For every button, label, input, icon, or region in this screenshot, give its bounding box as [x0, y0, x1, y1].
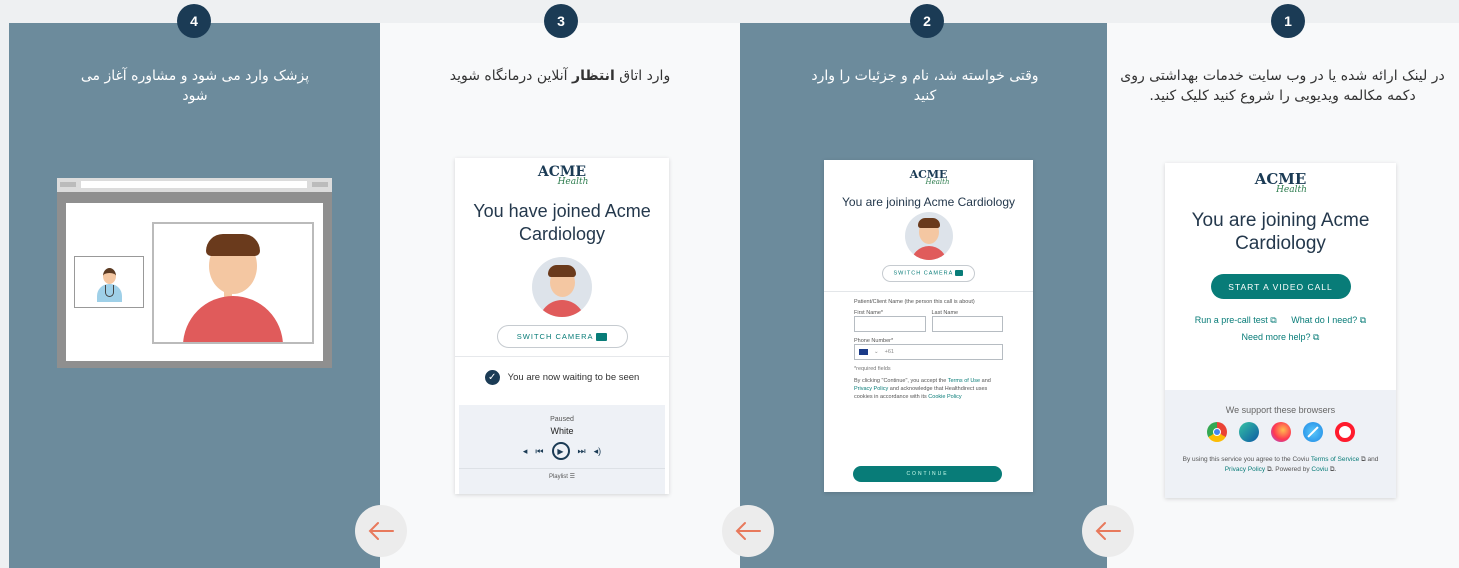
enter-details-screenshot: ACME Health You are joining Acme Cardiolo… — [824, 160, 1033, 492]
edge-icon — [1238, 422, 1259, 442]
need-help-link[interactable]: Need more help? ⧉ — [1242, 332, 1320, 342]
address-bar — [81, 181, 307, 188]
patient-name-label: Patient/Client Name (the person this cal… — [854, 299, 975, 305]
play-icon[interactable]: ▶ — [551, 442, 570, 460]
previous-icon[interactable]: ⏮ — [535, 446, 543, 457]
playlist-toggle[interactable]: Playlist ☰ — [459, 468, 665, 480]
music-player: Paused White ◂ ⏮ ▶ ⏭ ◂) Playlist ☰ — [459, 405, 665, 494]
switch-camera-button[interactable]: SWITCH CAMERA — [496, 325, 628, 348]
coviu-link[interactable]: Coviu — [1311, 466, 1328, 473]
arrow-left-icon — [368, 522, 394, 540]
help-links-2: Need more help? ⧉ — [1165, 332, 1396, 343]
step-2-badge: 2 — [910, 4, 944, 38]
chrome-icon — [1206, 422, 1227, 442]
previous-step-arrow-3[interactable] — [355, 505, 407, 557]
browser-support-box: We support these browsers By using this … — [1165, 390, 1396, 498]
next-icon[interactable]: ⏭ — [578, 446, 586, 457]
camera-icon — [955, 270, 964, 277]
track-name: White — [550, 426, 574, 436]
terms-of-use-link[interactable]: Terms of Use — [948, 378, 980, 384]
chevron-down-icon[interactable]: ⌄ — [874, 349, 879, 355]
safari-icon — [1302, 422, 1323, 442]
step-1-caption: در لینک ارائه شده یا در وب سایت خدمات به… — [1120, 68, 1445, 104]
step-4-badge: 4 — [177, 4, 211, 38]
player-status: Paused — [550, 416, 574, 423]
acme-logo: ACME Health — [909, 168, 950, 186]
previous-step-arrow-1[interactable] — [1082, 505, 1134, 557]
first-name-field[interactable] — [854, 316, 926, 332]
start-call-screenshot: ACME Health You are joining Acme Cardiolo… — [1165, 163, 1396, 498]
cookie-policy-link[interactable]: Cookie Policy — [928, 394, 961, 400]
what-do-i-need-link[interactable]: What do I need? ⧉ — [1291, 315, 1366, 325]
step-4-caption: پزشک وارد می شود و مشاوره آغاز می شود — [80, 68, 310, 104]
last-name-field[interactable] — [931, 316, 1003, 332]
privacy-policy-link[interactable]: Privacy Policy — [1225, 466, 1265, 473]
phone-field[interactable]: ⌄ +61 — [854, 344, 1003, 360]
waiting-text: You are now waiting to be seen — [507, 372, 640, 383]
waiting-room-screenshot: ACME Health You have joined Acme Cardiolo… — [455, 158, 669, 494]
step-3-caption: وارد اتاق انتظار آنلاین درمانگاه شوید — [449, 68, 671, 84]
acme-logo: ACME Health — [537, 164, 589, 187]
video-consult-illustration — [57, 178, 332, 368]
required-note: *required fields — [854, 366, 891, 372]
consent-text: By clicking "Continue", you accept the T… — [854, 378, 991, 400]
help-links: Run a pre-call test ⧉ What do I need? ⧉ — [1165, 315, 1396, 326]
browsers-label: We support these browsers — [1225, 405, 1336, 415]
volume-down-icon[interactable]: ◂ — [523, 446, 528, 457]
step-3-badge: 3 — [544, 4, 578, 38]
check-circle-icon: ✓ — [484, 370, 500, 385]
join-title: You are joining Acme Cardiology — [842, 195, 1015, 209]
au-flag-icon — [859, 349, 868, 355]
volume-up-icon[interactable]: ◂) — [594, 446, 602, 457]
step-2-caption: وقتی خواسته شد، نام و جزئیات را وارد کنی… — [811, 68, 1039, 104]
terms-of-service-link[interactable]: Terms of Service — [1311, 456, 1359, 463]
arrow-left-icon — [735, 522, 761, 540]
privacy-policy-link[interactable]: Privacy Policy — [854, 386, 888, 392]
step-1-badge: 1 — [1271, 4, 1305, 38]
start-video-call-button[interactable]: START A VIDEO CALL — [1210, 274, 1351, 299]
list-icon: ☰ — [569, 474, 576, 480]
user-avatar — [532, 257, 592, 317]
waiting-status: ✓ You are now waiting to be seen — [455, 370, 669, 385]
terms-text: By using this service you agree to the C… — [1182, 456, 1379, 473]
patient-video-tile — [152, 222, 314, 344]
video-area — [66, 203, 323, 361]
switch-camera-button[interactable]: SWITCH CAMERA — [882, 265, 975, 282]
firefox-icon — [1270, 422, 1291, 442]
browser-toolbar — [57, 178, 332, 192]
arrow-left-icon — [1095, 522, 1121, 540]
joined-title: You have joined Acme Cardiology — [473, 201, 651, 244]
camera-icon — [596, 333, 608, 341]
previous-step-arrow-2[interactable] — [722, 505, 774, 557]
pre-call-test-link[interactable]: Run a pre-call test ⧉ — [1195, 315, 1277, 325]
doctor-video-tile — [74, 256, 144, 308]
acme-logo: ACME Health — [1254, 170, 1307, 195]
join-title: You are joining Acme Cardiology — [1191, 210, 1370, 254]
continue-button[interactable]: CONTINUE — [853, 466, 1002, 482]
opera-icon — [1334, 422, 1355, 442]
user-avatar — [904, 212, 953, 260]
